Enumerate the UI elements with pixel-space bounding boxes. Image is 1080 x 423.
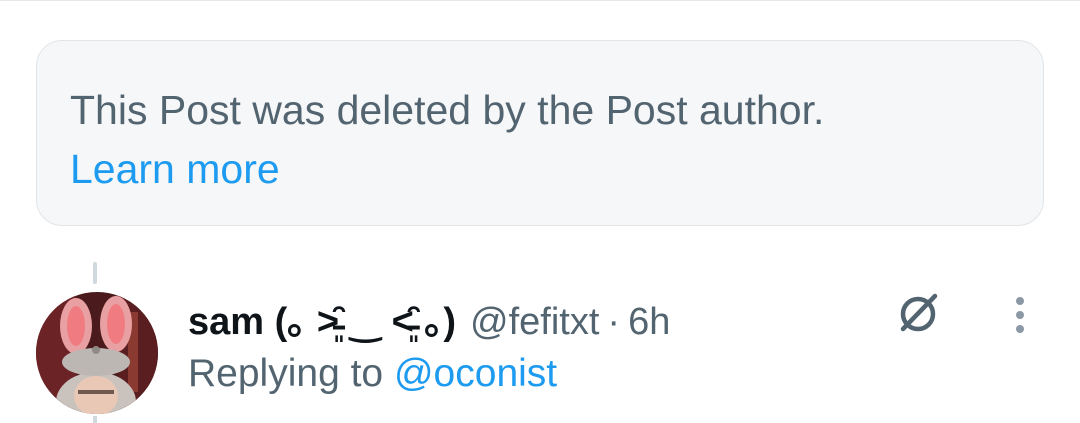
- top-divider: [0, 0, 1080, 1]
- display-name[interactable]: sam (｡ ˃̵͈̑ ‿ ˂̵͈̑ ｡): [188, 290, 456, 345]
- replying-to-line: Replying to @oconist: [188, 352, 557, 396]
- dot-separator: ·: [607, 301, 621, 343]
- replying-to-prefix: Replying to: [188, 352, 384, 395]
- reply-header: sam (｡ ˃̵͈̑ ‿ ˂̵͈̑ ｡) @fefitxt · 6h: [188, 290, 670, 343]
- thread-connector-line-bottom: [93, 416, 97, 423]
- learn-more-link[interactable]: Learn more: [70, 139, 280, 199]
- avatar[interactable]: [36, 292, 158, 414]
- deleted-post-notice: This Post was deleted by the Post author…: [36, 40, 1044, 226]
- thread-connector-line: [93, 262, 97, 284]
- user-handle[interactable]: @fefitxt: [470, 301, 599, 344]
- post-time[interactable]: 6h: [628, 301, 670, 344]
- avatar-image: [36, 292, 158, 414]
- deleted-notice-text: This Post was deleted by the Post author…: [70, 87, 825, 133]
- grok-slash-circle-icon[interactable]: [894, 288, 942, 336]
- replying-to-mention[interactable]: @oconist: [394, 352, 557, 395]
- vertical-ellipsis-icon[interactable]: [1006, 294, 1034, 338]
